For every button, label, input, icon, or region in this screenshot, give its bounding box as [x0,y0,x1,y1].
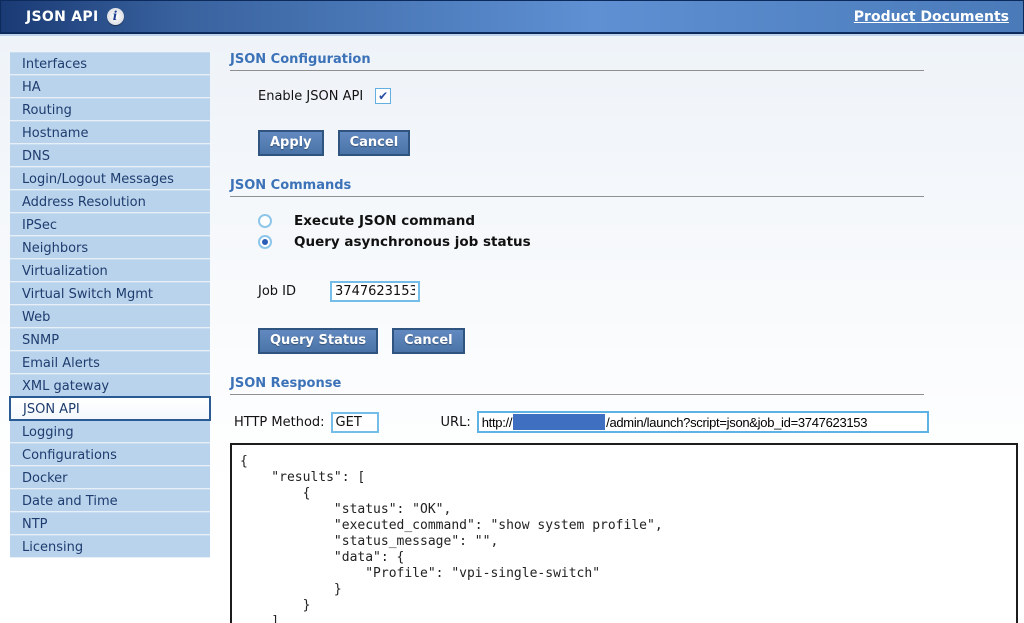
page-title: JSON API [26,9,99,25]
sidebar-item-ha[interactable]: HA [10,75,210,98]
json-configuration-header: JSON Configuration [230,52,924,71]
sidebar-item-virtual-switch-mgmt[interactable]: Virtual Switch Mgmt [10,282,210,305]
sidebar-item-snmp[interactable]: SNMP [10,328,210,351]
sidebar-item-login-logout-messages[interactable]: Login/Logout Messages [10,167,210,190]
http-method-url-row: HTTP Method: URL: http:// /admin/launch?… [234,411,1024,433]
main-content: JSON Configuration Enable JSON API ✔ App… [230,52,1024,623]
top-bar: JSON API i Product Documents [0,0,1024,34]
job-id-row: Job ID [258,281,1024,302]
command-radio-group: Execute JSON command Query asynchronous … [258,210,1024,252]
execute-json-command-option[interactable]: Execute JSON command [258,210,1024,231]
query-async-job-status-radio[interactable] [258,235,272,249]
sidebar-item-dns[interactable]: DNS [10,144,210,167]
sidebar-nav: Interfaces HA Routing Hostname DNS Login… [10,52,210,558]
sidebar-item-xml-gateway[interactable]: XML gateway [10,374,210,397]
http-method-label: HTTP Method: [234,415,325,430]
configuration-buttons: Apply Cancel [258,130,1024,156]
product-documents-link[interactable]: Product Documents [854,9,1009,25]
sidebar-item-web[interactable]: Web [10,305,210,328]
url-label: URL: [441,415,471,430]
url-redaction-box [513,414,605,430]
sidebar-item-licensing[interactable]: Licensing [10,535,210,558]
job-id-label: Job ID [258,284,296,299]
sidebar-item-date-and-time[interactable]: Date and Time [10,489,210,512]
enable-json-api-checkbox[interactable]: ✔ [375,88,391,104]
url-field[interactable]: http:// /admin/launch?script=json&job_id… [477,411,929,433]
url-prefix: http:// [482,415,512,430]
sidebar-item-json-api[interactable]: JSON API [10,397,210,420]
sidebar-item-ipsec[interactable]: IPSec [10,213,210,236]
query-status-button[interactable]: Query Status [258,328,378,354]
execute-json-command-label: Execute JSON command [294,213,475,229]
enable-json-api-row: Enable JSON API ✔ [258,88,1024,104]
sidebar-item-ntp[interactable]: NTP [10,512,210,535]
execute-json-command-radio[interactable] [258,214,272,228]
json-response-header: JSON Response [230,376,924,395]
commands-cancel-button[interactable]: Cancel [392,328,465,354]
query-async-job-status-label: Query asynchronous job status [294,234,531,250]
sidebar-item-email-alerts[interactable]: Email Alerts [10,351,210,374]
config-cancel-button[interactable]: Cancel [338,130,411,156]
sidebar-item-interfaces[interactable]: Interfaces [10,52,210,75]
http-method-input[interactable] [331,412,379,433]
job-id-input[interactable] [330,281,420,302]
sidebar-item-address-resolution[interactable]: Address Resolution [10,190,210,213]
sidebar-item-docker[interactable]: Docker [10,466,210,489]
enable-json-api-label: Enable JSON API [258,89,363,104]
sidebar-item-hostname[interactable]: Hostname [10,121,210,144]
sidebar-item-virtualization[interactable]: Virtualization [10,259,210,282]
json-commands-header: JSON Commands [230,178,924,197]
page-body: Interfaces HA Routing Hostname DNS Login… [0,36,1024,623]
sidebar-item-neighbors[interactable]: Neighbors [10,236,210,259]
sidebar-item-logging[interactable]: Logging [10,420,210,443]
sidebar-item-configurations[interactable]: Configurations [10,443,210,466]
commands-buttons: Query Status Cancel [258,328,1024,354]
sidebar-item-routing[interactable]: Routing [10,98,210,121]
json-response-output[interactable]: { "results": [ { "status": "OK", "execut… [230,443,1018,623]
url-suffix: /admin/launch?script=json&job_id=3747623… [606,415,867,430]
apply-button[interactable]: Apply [258,130,324,156]
query-async-job-status-option[interactable]: Query asynchronous job status [258,231,1024,252]
info-icon[interactable]: i [107,8,124,25]
